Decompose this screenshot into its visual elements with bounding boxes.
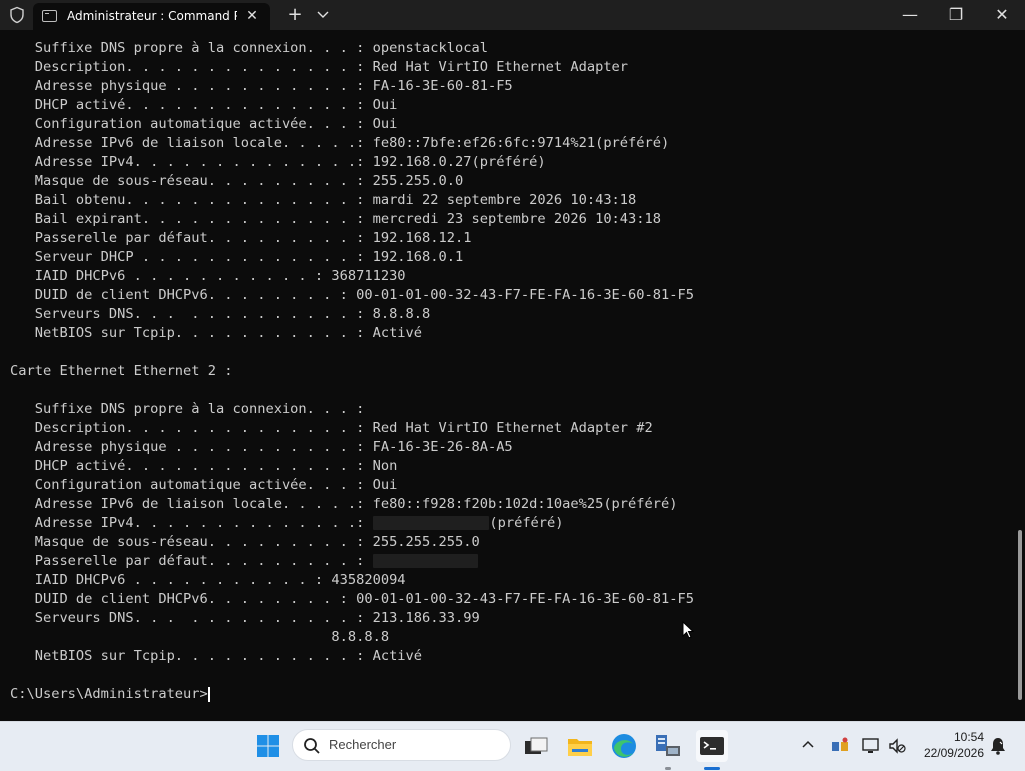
network-adapter-icon[interactable] [830, 736, 850, 756]
terminal-line: Configuration automatique activée. . . :… [10, 477, 398, 493]
terminal-line: DUID de client DHCPv6. . . . . . . . : 0… [10, 287, 694, 303]
terminal-line: Description. . . . . . . . . . . . . . :… [10, 420, 653, 436]
title-bar: Administrateur : Command Pr ✕ + — ❐ ✕ [0, 0, 1025, 30]
search-icon [304, 738, 320, 754]
start-icon[interactable] [252, 730, 284, 762]
terminal-line: NetBIOS sur Tcpip. . . . . . . . . . . :… [10, 325, 423, 341]
volume-muted-icon[interactable] [887, 736, 907, 756]
terminal-line-ipv4: Adresse IPv4. . . . . . . . . . . . . .:… [10, 514, 564, 533]
terminal-line: Adresse IPv6 de liaison locale. . . . .:… [10, 496, 678, 512]
maximize-button[interactable]: ❐ [933, 0, 979, 30]
terminal-line: Serveurs DNS. . . . . . . . . . . . . : … [10, 306, 431, 322]
command-prompt: C:\Users\Administrateur> [10, 686, 208, 702]
terminal-line: DHCP activé. . . . . . . . . . . . . . :… [10, 97, 398, 113]
terminal-line: DUID de client DHCPv6. . . . . . . . : 0… [10, 591, 694, 607]
system-clock[interactable]: 10:54 22/09/2026 [912, 729, 984, 761]
terminal-line: Passerelle par défaut. . . . . . . . . :… [10, 230, 472, 246]
file-explorer-icon[interactable] [564, 730, 596, 762]
redacted-block [373, 516, 490, 530]
text-cursor [207, 686, 210, 702]
terminal-line: Adresse physique . . . . . . . . . . . :… [10, 78, 513, 94]
terminal-line: NetBIOS sur Tcpip. . . . . . . . . . . :… [10, 648, 423, 664]
terminal-line: Adresse physique . . . . . . . . . . . :… [10, 439, 513, 455]
tab-close-button[interactable]: ✕ [242, 6, 262, 26]
search-box[interactable]: Rechercher [292, 729, 511, 761]
cmd-icon [42, 10, 57, 22]
terminal-line: IAID DHCPv6 . . . . . . . . . . . : 4358… [10, 572, 406, 588]
search-placeholder: Rechercher [329, 737, 397, 752]
terminal-line: Configuration automatique activée. . . :… [10, 116, 398, 132]
terminal-line: Bail expirant. . . . . . . . . . . . . :… [10, 211, 662, 227]
chevron-up-icon[interactable] [800, 737, 816, 753]
scrollbar[interactable] [1018, 530, 1022, 700]
active-app-indicator [704, 767, 720, 770]
terminal-line: Bail obtenu. . . . . . . . . . . . . . :… [10, 192, 637, 208]
terminal-line: Suffixe DNS propre à la connexion. . . : [10, 401, 365, 417]
tab-title: Administrateur : Command Pr [67, 9, 237, 23]
monitor-icon[interactable] [861, 736, 881, 756]
clock-time: 10:54 [953, 730, 984, 744]
terminal-line: 8.8.8.8 [10, 629, 390, 645]
terminal-icon[interactable] [696, 730, 728, 762]
clock-date: 22/09/2026 [923, 746, 984, 760]
terminal-line: Adresse IPv6 de liaison locale. . . . .:… [10, 135, 670, 151]
terminal-line: IAID DHCPv6 . . . . . . . . . . . : 3687… [10, 268, 406, 284]
terminal-line-text: Adresse IPv4. . . . . . . . . . . . . .: [10, 515, 365, 531]
terminal-line: Serveur DHCP . . . . . . . . . . . . . :… [10, 249, 464, 265]
notification-bell-icon[interactable] [989, 736, 1007, 756]
terminal-prompt-line[interactable]: C:\Users\Administrateur> [10, 685, 210, 704]
taskbar: Rechercher 10:54 22/09/2026 [0, 721, 1025, 771]
terminal-line: DHCP activé. . . . . . . . . . . . . . :… [10, 458, 398, 474]
mouse-pointer-icon [682, 621, 694, 639]
terminal-line: Serveurs DNS. . . . . . . . . . . . . : … [10, 610, 480, 626]
task-view-icon[interactable] [520, 730, 552, 762]
terminal-line-gateway: Passerelle par défaut. . . . . . . . . : [10, 552, 479, 571]
terminal-line: Adresse IPv4. . . . . . . . . . . . . .:… [10, 154, 546, 170]
terminal-line: Suffixe DNS propre à la connexion. . . :… [10, 40, 488, 56]
minimize-button[interactable]: — [887, 0, 933, 30]
terminal-line: Description. . . . . . . . . . . . . . :… [10, 59, 629, 75]
terminal-line: Masque de sous-réseau. . . . . . . . . :… [10, 173, 464, 189]
terminal-line-text: Passerelle par défaut. . . . . . . . . : [10, 553, 365, 569]
terminal-line: Carte Ethernet Ethernet 2 : [10, 363, 233, 379]
edge-icon[interactable] [608, 730, 640, 762]
chevron-down-icon[interactable] [315, 6, 331, 22]
redacted-block [373, 554, 479, 568]
ipv4-suffix: (préféré) [489, 515, 564, 531]
shield-icon [10, 6, 24, 24]
running-indicator [665, 767, 671, 770]
server-manager-icon[interactable] [652, 730, 684, 762]
terminal-output[interactable]: Suffixe DNS propre à la connexion. . . :… [0, 30, 1025, 721]
new-tab-button[interactable]: + [285, 5, 305, 25]
tab-command-prompt[interactable]: Administrateur : Command Pr ✕ [33, 3, 270, 30]
terminal-line: Masque de sous-réseau. . . . . . . . . :… [10, 534, 480, 550]
close-button[interactable]: ✕ [979, 0, 1025, 30]
